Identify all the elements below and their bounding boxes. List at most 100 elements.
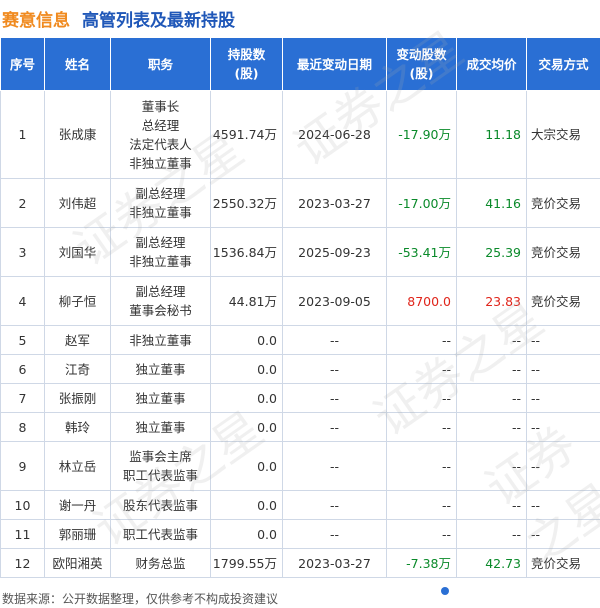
cell-name: 韩玲 (44, 412, 111, 442)
column-header: 职务 (110, 37, 211, 91)
cell-date: 2023-03-27 (282, 178, 387, 228)
table-row: 2 刘伟超 副总经理 非独立董事 2550.32万 2023-03-27 -17.00万 41… (0, 178, 600, 228)
cell-name: 郭丽珊 (44, 519, 111, 549)
column-header: 序号 (0, 37, 45, 91)
cell-name: 江奇 (44, 354, 111, 384)
cell-price: 11.18 (456, 90, 527, 179)
table-row: 9 林立岳 监事会主席 职工代表监事 0.0 -- -- -- -- (0, 441, 600, 491)
cell-shares: 0.0 (210, 354, 283, 384)
cell-index: 3 (0, 227, 45, 277)
column-header: 变动股数 (股) (386, 37, 457, 91)
cell-price: 42.73 (456, 548, 527, 578)
cell-roles: 副总经理 董事会秘书 (110, 276, 211, 326)
cell-name: 张振刚 (44, 383, 111, 413)
cell-index: 11 (0, 519, 45, 549)
cell-shares: 0.0 (210, 441, 283, 491)
table-row: 1 张成康 董事长 总经理 法定代表人 非独立董事 4591.74万 2024-06-28 -1… (0, 90, 600, 179)
table-row: 6 江奇 独立董事 0.0 -- -- -- -- (0, 354, 600, 384)
snowball-logo-icon (438, 584, 452, 598)
table-row: 11 郭丽珊 职工代表监事 0.0 -- -- -- -- (0, 519, 600, 549)
table-row: 3 刘国华 副总经理 非独立董事 1536.84万 2025-09-23 -53.41万 25… (0, 227, 600, 277)
cell-shares: 4591.74万 (210, 90, 283, 179)
cell-date: 2023-03-27 (282, 548, 387, 578)
cell-date: -- (282, 441, 387, 491)
cell-method: -- (526, 325, 600, 355)
cell-date: 2025-09-23 (282, 227, 387, 277)
cell-roles: 副总经理 非独立董事 (110, 227, 211, 277)
cell-change: -- (386, 519, 457, 549)
cell-roles: 股东代表监事 (110, 490, 211, 520)
cell-roles: 董事长 总经理 法定代表人 非独立董事 (110, 90, 211, 179)
cell-method: -- (526, 383, 600, 413)
column-header: 成交均价 (456, 37, 527, 91)
cell-roles: 非独立董事 (110, 325, 211, 355)
executive-table: 序号 姓名 职务 持股数 (股) 最近变动日期 变动股数 (股) 成交均价 交易方式 1 张成康 董事… (0, 37, 600, 578)
cell-price: -- (456, 519, 527, 549)
table-row: 4 柳子恒 副总经理 董事会秘书 44.81万 2023-09-05 8700.0 23.83… (0, 276, 600, 326)
cell-price: -- (456, 490, 527, 520)
cell-name: 赵军 (44, 325, 111, 355)
cell-price: -- (456, 383, 527, 413)
cell-price: -- (456, 354, 527, 384)
cell-price: -- (456, 441, 527, 491)
cell-method: -- (526, 519, 600, 549)
cell-method: -- (526, 354, 600, 384)
cell-price: 41.16 (456, 178, 527, 228)
cell-roles: 独立董事 (110, 412, 211, 442)
column-header: 交易方式 (526, 37, 600, 91)
cell-date: -- (282, 325, 387, 355)
table-header-row: 序号 姓名 职务 持股数 (股) 最近变动日期 变动股数 (股) 成交均价 交易方式 (0, 37, 600, 91)
cell-change: -7.38万 (386, 548, 457, 578)
cell-name: 柳子恒 (44, 276, 111, 326)
cell-date: -- (282, 383, 387, 413)
page-title: 高管列表及最新持股 (82, 10, 235, 31)
cell-roles: 财务总监 (110, 548, 211, 578)
cell-name: 谢一丹 (44, 490, 111, 520)
cell-index: 12 (0, 548, 45, 578)
brand-text: 雪球：证券之星财经 (456, 584, 582, 600)
cell-roles: 独立董事 (110, 354, 211, 384)
cell-method: 竞价交易 (526, 227, 600, 277)
cell-change: -- (386, 325, 457, 355)
column-header: 持股数 (股) (210, 37, 283, 91)
cell-shares: 1799.55万 (210, 548, 283, 578)
cell-name: 欧阳湘英 (44, 548, 111, 578)
cell-method: -- (526, 490, 600, 520)
cell-change: 8700.0 (386, 276, 457, 326)
cell-method: 竞价交易 (526, 178, 600, 228)
table-row: 8 韩玲 独立董事 0.0 -- -- -- -- (0, 412, 600, 442)
cell-index: 1 (0, 90, 45, 179)
cell-index: 8 (0, 412, 45, 442)
cell-change: -- (386, 490, 457, 520)
cell-roles: 监事会主席 职工代表监事 (110, 441, 211, 491)
cell-date: 2024-06-28 (282, 90, 387, 179)
table-row: 10 谢一丹 股东代表监事 0.0 -- -- -- -- (0, 490, 600, 520)
cell-price: -- (456, 412, 527, 442)
cell-method: 竞价交易 (526, 276, 600, 326)
cell-change: -17.90万 (386, 90, 457, 179)
column-header: 姓名 (44, 37, 111, 91)
cell-date: -- (282, 519, 387, 549)
cell-roles: 职工代表监事 (110, 519, 211, 549)
cell-shares: 0.0 (210, 383, 283, 413)
cell-name: 刘国华 (44, 227, 111, 277)
cell-method: 竞价交易 (526, 548, 600, 578)
cell-method: -- (526, 412, 600, 442)
cell-index: 4 (0, 276, 45, 326)
cell-index: 7 (0, 383, 45, 413)
data-source-note: 数据来源：公开数据整理，仅供参考不构成投资建议 (2, 592, 279, 606)
cell-index: 9 (0, 441, 45, 491)
cell-price: 25.39 (456, 227, 527, 277)
cell-date: -- (282, 490, 387, 520)
company-name: 赛意信息 (2, 10, 70, 31)
cell-price: -- (456, 325, 527, 355)
cell-method: 大宗交易 (526, 90, 600, 179)
cell-name: 张成康 (44, 90, 111, 179)
cell-shares: 2550.32万 (210, 178, 283, 228)
cell-shares: 0.0 (210, 519, 283, 549)
cell-index: 2 (0, 178, 45, 228)
table-row: 12 欧阳湘英 财务总监 1799.55万 2023-03-27 -7.38万 42.73 竞… (0, 548, 600, 578)
column-header: 最近变动日期 (282, 37, 387, 91)
cell-shares: 1536.84万 (210, 227, 283, 277)
cell-method: -- (526, 441, 600, 491)
